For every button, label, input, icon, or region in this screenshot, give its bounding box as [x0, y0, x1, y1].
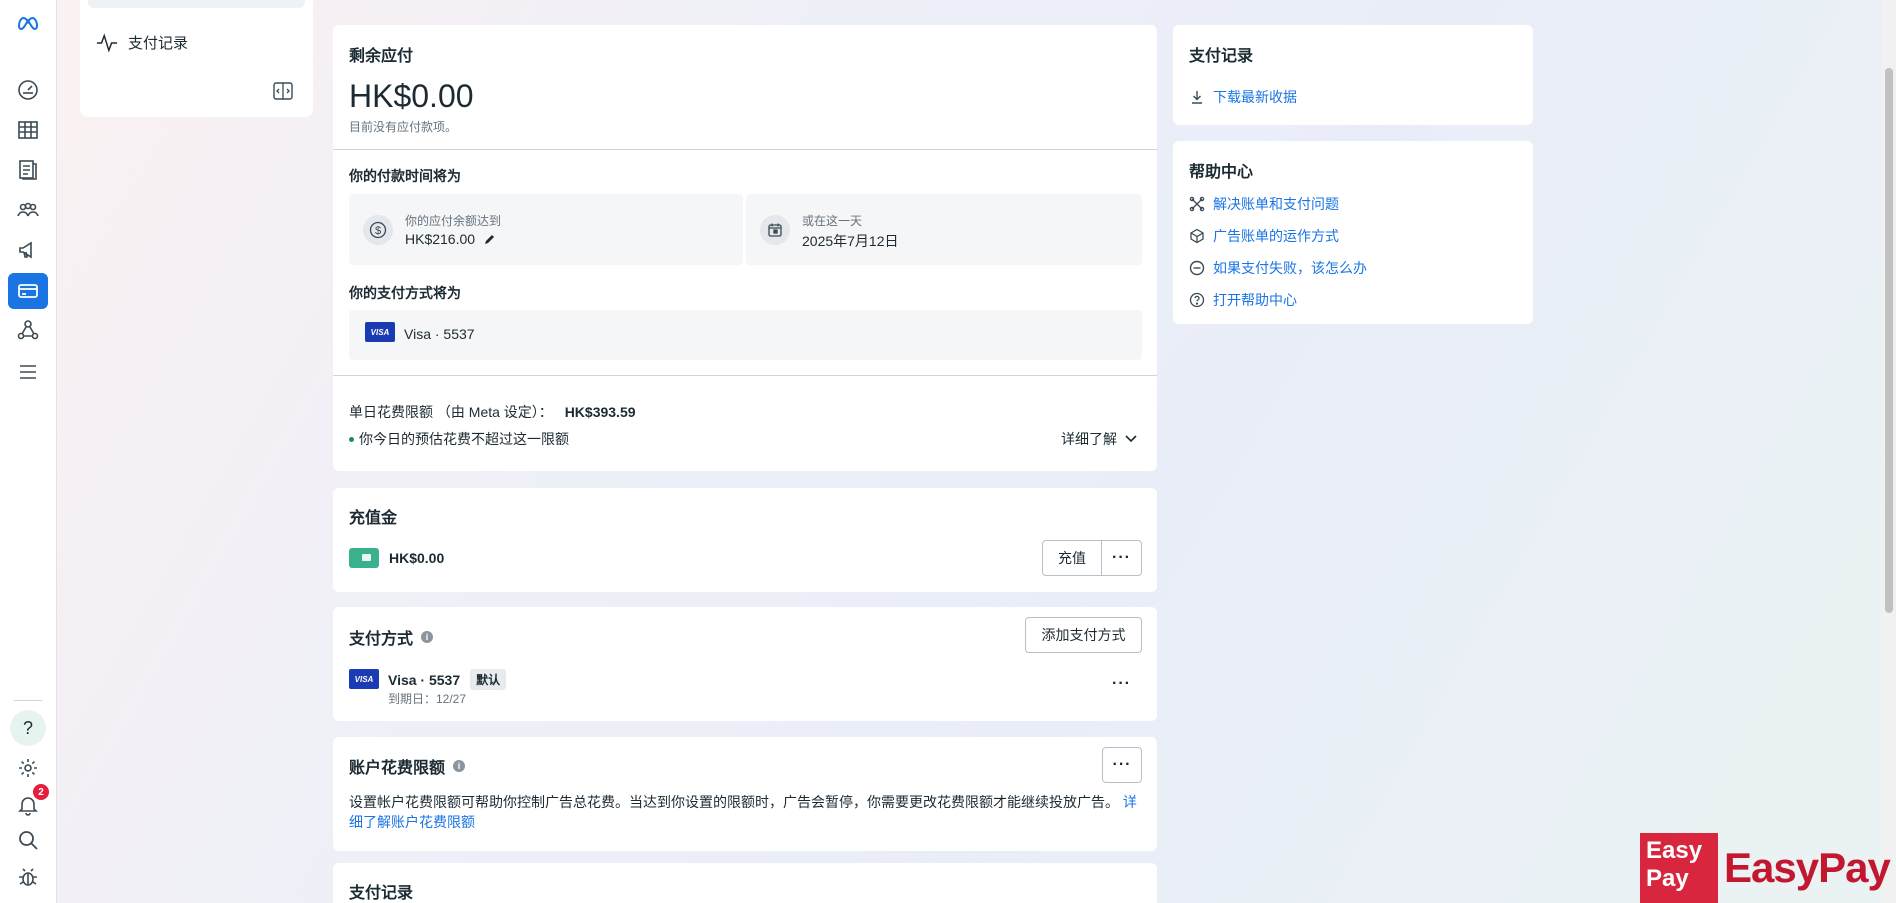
add-payment-method-button[interactable]: 添加支付方式 [1025, 617, 1142, 653]
settings-gear-icon[interactable] [11, 751, 45, 785]
notifications-bell-icon[interactable]: 2 [11, 784, 49, 822]
default-badge: 默认 [470, 669, 507, 690]
divider [333, 375, 1157, 376]
divider [333, 149, 1157, 150]
megaphone-icon[interactable] [11, 233, 45, 267]
spending-limit-title: 账户花费限额 [349, 760, 446, 777]
topup-button[interactable]: 充值 [1042, 540, 1102, 576]
payment-history-title: 支付记录 [349, 885, 414, 902]
prepaid-card: 充值金 HK$0.00 充值 ··· [333, 488, 1157, 592]
business-network-icon[interactable] [11, 313, 45, 347]
visa-logo-icon: VISA [349, 669, 379, 689]
calendar-icon [760, 215, 790, 245]
help-link-open-help-center[interactable]: 打开帮助中心 [1189, 290, 1297, 310]
payment-methods-header: 支付方式 i [349, 625, 434, 649]
payment-method-card: Visa · 5537 [388, 671, 461, 688]
date-label: 或在这一天 [802, 214, 863, 228]
wallet-icon [349, 548, 379, 568]
minus-circle-icon [1189, 260, 1205, 276]
search-icon[interactable] [11, 823, 45, 857]
spending-limit-card: 账户花费限额 i ··· 设置帐户花费限额可帮助你控制广告总花费。当达到你设置的… [333, 737, 1157, 851]
help-center-card: 帮助中心 解决账单和支付问题 广告账单的运作方式 如果支付失败，该怎么办 打开帮… [1173, 141, 1533, 324]
meta-logo-icon[interactable] [11, 6, 45, 40]
balance-title: 剩余应付 [349, 48, 414, 65]
dashboard-gauge-icon[interactable] [11, 73, 45, 107]
collapse-panel-icon[interactable] [273, 82, 293, 100]
learn-more-label: 详细了解 [1061, 431, 1117, 447]
table-grid-icon[interactable] [11, 113, 45, 147]
help-question-icon[interactable]: ? [10, 710, 46, 746]
download-receipt-link[interactable]: 下载最新收据 [1189, 87, 1297, 107]
edit-pencil-icon[interactable] [483, 233, 496, 246]
activity-pulse-icon [96, 32, 118, 53]
payment-method-more-button[interactable]: ··· [1112, 675, 1131, 693]
bug-report-icon[interactable] [11, 860, 45, 894]
menu-hamburger-icon[interactable] [11, 355, 45, 389]
notification-count-badge: 2 [33, 784, 49, 800]
nav-active-item[interactable] [88, 0, 305, 8]
daily-limit-note: 你今日的预估花费不超过这一限额 [359, 431, 569, 447]
payment-history-card: 支付记录 [333, 863, 1157, 903]
chevron-down-icon [1125, 435, 1137, 443]
question-circle-icon [1189, 292, 1205, 308]
nav-item-label: 支付记录 [128, 35, 189, 52]
cube-icon [1190, 228, 1204, 244]
daily-limit-note-row: 你今日的预估花费不超过这一限额 [349, 429, 569, 449]
svg-text:$: $ [375, 225, 381, 237]
prepaid-amount: HK$0.00 [389, 550, 445, 566]
download-icon [1192, 91, 1202, 104]
page-scrollbar[interactable] [1882, 0, 1896, 903]
prepaid-more-button[interactable]: ··· [1101, 540, 1142, 576]
left-rail: ? 2 [0, 0, 57, 903]
billing-nav-panel: 支付记录 [80, 0, 313, 117]
threshold-row: HK$216.00 [405, 231, 496, 247]
method-title: 你的支付方式将为 [349, 285, 461, 301]
payment-method-row: Visa · 5537 默认 [388, 669, 507, 690]
daily-limit-row: 单日花费限额 （由 Meta 设定）： HK$393.59 [349, 402, 636, 422]
tools-wrench-icon [1189, 196, 1205, 212]
spending-limit-text: 设置帐户花费限额可帮助你控制广告总花费。当达到你设置的限额时，广告会暂停，你需要… [349, 794, 1119, 810]
right-history-title: 支付记录 [1189, 48, 1254, 65]
threshold-label: 你的应付余额达到 [405, 214, 502, 228]
right-payment-history-card: 支付记录 下载最新收据 [1173, 25, 1533, 125]
method-card: Visa · 5537 [404, 326, 475, 342]
scrollbar-thumb[interactable] [1885, 68, 1893, 613]
date-box: 或在这一天 2025年7月12日 [746, 194, 1142, 265]
daily-limit-value: HK$393.59 [564, 404, 636, 420]
visa-logo-icon: VISA [365, 322, 395, 342]
easypay-logo-text: EasyPay [1724, 844, 1891, 891]
audience-people-icon[interactable] [11, 193, 45, 227]
pages-document-icon[interactable] [11, 153, 45, 187]
threshold-box: $ 你的应付余额达到 HK$216.00 [349, 194, 743, 265]
method-box: VISA Visa · 5537 [349, 310, 1142, 360]
schedule-title: 你的付款时间将为 [349, 168, 461, 184]
balance-amount: HK$0.00 [349, 78, 474, 114]
balance-card: 剩余应付 HK$0.00 目前没有应付款项。 你的付款时间将为 $ 你的应付余额… [333, 25, 1157, 471]
easypay-watermark: Easy Pay EasyPay [1640, 833, 1896, 903]
prepaid-title: 充值金 [349, 510, 398, 527]
payment-methods-title: 支付方式 [349, 631, 414, 648]
help-link-billing-issues[interactable]: 解决账单和支付问题 [1189, 194, 1339, 214]
info-icon[interactable]: i [453, 760, 466, 772]
help-center-title: 帮助中心 [1189, 164, 1254, 181]
billing-card-icon[interactable] [8, 273, 48, 309]
status-dot-icon [349, 436, 354, 442]
payment-methods-card: 支付方式 i 添加支付方式 VISA Visa · 5537 默认 到期日：12… [333, 607, 1157, 721]
dollar-coin-icon: $ [363, 215, 393, 245]
spending-limit-description: 设置帐户花费限额可帮助你控制广告总花费。当达到你设置的限额时，广告会暂停，你需要… [349, 792, 1145, 832]
daily-limit-label: 单日花费限额 （由 Meta 设定）： [349, 404, 553, 420]
learn-more-toggle[interactable]: 详细了解 [1061, 429, 1137, 449]
spending-limit-more-button[interactable]: ··· [1102, 747, 1142, 783]
rail-divider [14, 700, 42, 701]
spending-limit-header: 账户花费限额 i [349, 754, 466, 778]
help-link-payment-failed[interactable]: 如果支付失败，该怎么办 [1189, 258, 1367, 278]
info-icon[interactable]: i [421, 631, 434, 643]
balance-note: 目前没有应付款项。 [349, 120, 458, 134]
threshold-value: HK$216.00 [405, 231, 476, 247]
date-value: 2025年7月12日 [802, 233, 899, 249]
payment-method-expiry: 到期日：12/27 [388, 692, 467, 706]
help-link-how-billing-works[interactable]: 广告账单的运作方式 [1189, 226, 1339, 246]
nav-item-payment-history[interactable]: 支付记录 [96, 32, 188, 53]
easypay-logo-box: Easy Pay [1640, 833, 1718, 903]
